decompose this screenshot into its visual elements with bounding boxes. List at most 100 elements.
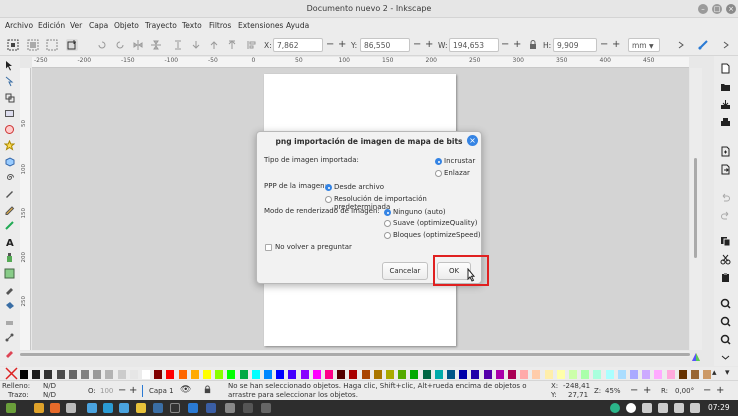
palette-swatch[interactable] xyxy=(81,370,89,379)
network-icon[interactable] xyxy=(674,403,684,413)
opacity-increment-button[interactable]: + xyxy=(129,385,137,396)
select-all-icon[interactable] xyxy=(7,39,19,51)
star-tool-icon[interactable] xyxy=(3,139,16,151)
firefox-app-icon[interactable] xyxy=(50,403,60,413)
palette-swatch[interactable] xyxy=(361,370,370,379)
y-decrement-button[interactable]: − xyxy=(413,38,421,52)
palette-swatch[interactable] xyxy=(337,370,346,379)
copy-icon[interactable] xyxy=(720,236,731,247)
menu-trayecto[interactable]: Trayecto xyxy=(145,21,177,30)
dont-ask-label[interactable]: No volver a preguntar xyxy=(275,243,352,251)
lock-layer-icon[interactable] xyxy=(203,385,212,396)
palette-swatch[interactable] xyxy=(483,370,492,379)
new-document-icon[interactable] xyxy=(720,63,731,74)
h-decrement-button[interactable]: − xyxy=(600,38,608,52)
radio-ninguno[interactable] xyxy=(384,209,391,216)
undo-icon[interactable] xyxy=(720,192,731,203)
palette-swatch[interactable] xyxy=(520,370,529,379)
zoom-value[interactable]: 45% xyxy=(605,387,621,395)
palette-swatch[interactable] xyxy=(691,370,699,379)
tray-icon-3[interactable] xyxy=(642,403,652,413)
menu-edicion[interactable]: Edición xyxy=(38,21,65,30)
palette-swatch[interactable] xyxy=(569,370,577,379)
rotation-value[interactable]: 0,00° xyxy=(675,387,694,395)
w-input[interactable]: 194,653 xyxy=(449,38,499,52)
palette-swatch[interactable] xyxy=(654,370,663,379)
radio-suave[interactable] xyxy=(384,220,391,227)
palette-swatch[interactable] xyxy=(471,370,480,379)
palette-swatch[interactable] xyxy=(349,370,358,379)
radio-enlazar[interactable] xyxy=(435,170,442,177)
menu-filtros[interactable]: Filtros xyxy=(209,21,231,30)
vertical-scroll-thumb[interactable] xyxy=(694,158,697,258)
horizontal-scroll-thumb[interactable] xyxy=(20,353,690,356)
app-icon-4[interactable] xyxy=(87,403,97,413)
volume-icon[interactable] xyxy=(690,403,700,413)
zoom-drawing-icon[interactable] xyxy=(720,316,731,327)
pen-tool-icon[interactable] xyxy=(4,188,15,199)
palette-swatch[interactable] xyxy=(251,370,260,379)
palette-swatch[interactable] xyxy=(227,370,236,379)
select-all-layers-icon[interactable] xyxy=(27,39,39,51)
palette-swatch[interactable] xyxy=(32,370,41,379)
app-icon-7[interactable] xyxy=(136,403,146,413)
h-input[interactable]: 9,909 xyxy=(553,38,597,52)
3d-box-tool-icon[interactable] xyxy=(4,156,15,167)
palette-swatch[interactable] xyxy=(434,370,443,379)
dialog-close-icon[interactable]: × xyxy=(467,135,478,146)
lock-icon[interactable] xyxy=(527,39,539,51)
ellipse-tool-icon[interactable] xyxy=(4,124,15,135)
palette-swatch[interactable] xyxy=(117,370,126,379)
horizontal-scrollbar[interactable] xyxy=(20,351,690,357)
radio-enlazar-label[interactable]: Enlazar xyxy=(444,169,470,177)
flip-horizontal-icon[interactable] xyxy=(132,39,144,51)
color-manage-icon[interactable] xyxy=(690,351,702,363)
zoom-increment-button[interactable]: + xyxy=(643,385,651,396)
tray-icon-1[interactable] xyxy=(610,403,620,413)
no-paint-icon[interactable] xyxy=(5,367,18,380)
close-window-icon[interactable]: × xyxy=(726,4,736,14)
menu-capa[interactable]: Capa xyxy=(89,21,108,30)
bar-chevron-down-icon[interactable] xyxy=(720,352,731,363)
tray-icon-2[interactable] xyxy=(626,403,636,413)
dropper-tool-icon[interactable] xyxy=(4,284,15,295)
eye-icon[interactable]: 👁 xyxy=(180,385,191,395)
palette-swatch[interactable] xyxy=(56,370,65,379)
menu-extensiones[interactable]: Extensiones xyxy=(238,21,283,30)
palette-swatch[interactable] xyxy=(593,370,602,379)
more-options-icon[interactable] xyxy=(675,39,687,51)
rotate-cw-icon[interactable] xyxy=(114,39,126,51)
radio-desde-archivo-label[interactable]: Desde archivo xyxy=(334,183,384,191)
menu-archivo[interactable]: Archivo xyxy=(5,21,33,30)
menu-ver[interactable]: Ver xyxy=(70,21,82,30)
app-icon-13[interactable] xyxy=(243,403,253,413)
palette-swatch[interactable] xyxy=(666,370,675,379)
menu-texto[interactable]: Texto xyxy=(182,21,202,30)
opacity-input[interactable]: 100 xyxy=(100,387,113,395)
palette-swatch[interactable] xyxy=(373,370,382,379)
palette-swatch[interactable] xyxy=(556,370,565,379)
transform-toggle-icon[interactable] xyxy=(66,39,78,51)
y-input[interactable]: 86,550 xyxy=(360,38,410,52)
fill-value[interactable]: N/D xyxy=(43,382,56,390)
zoom-page-icon[interactable] xyxy=(720,334,731,345)
files-app-icon[interactable] xyxy=(34,403,44,413)
import-icon[interactable] xyxy=(720,146,731,157)
palette-swatch[interactable] xyxy=(300,370,309,379)
paint-bucket-tool-icon[interactable] xyxy=(4,300,15,311)
selector-tool-icon[interactable] xyxy=(4,60,15,71)
palette-swatch[interactable] xyxy=(508,370,516,379)
spray-tool-icon[interactable] xyxy=(4,252,15,263)
palette-scroll-up-icon[interactable]: ▴ xyxy=(712,368,717,378)
palette-swatch[interactable] xyxy=(215,370,224,379)
zoom-selection-icon[interactable] xyxy=(720,298,731,309)
rectangle-tool-icon[interactable] xyxy=(4,108,15,119)
palette-swatch[interactable] xyxy=(544,370,553,379)
palette-swatch[interactable] xyxy=(422,370,431,379)
palette-swatch[interactable] xyxy=(325,370,333,379)
w-increment-button[interactable]: + xyxy=(513,38,521,52)
palette-swatch[interactable] xyxy=(288,370,297,379)
units-select[interactable]: mm ▼ xyxy=(628,38,660,52)
palette-swatch[interactable] xyxy=(447,370,455,379)
zoom-decrement-button[interactable]: − xyxy=(630,385,638,396)
